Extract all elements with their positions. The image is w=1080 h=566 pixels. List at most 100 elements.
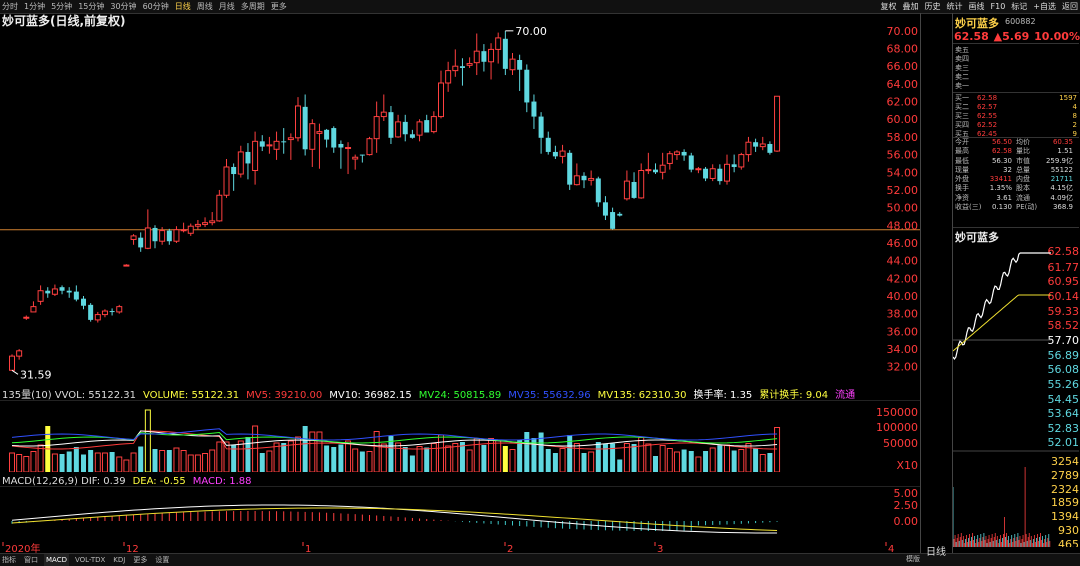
candle xyxy=(295,97,301,142)
toolbar-action-2[interactable]: 历史 xyxy=(925,0,941,13)
volume-bar xyxy=(81,454,86,472)
toolbar-action-7[interactable]: +自选 xyxy=(1033,0,1056,13)
macd-chart[interactable]: 5.002.500.00 xyxy=(0,486,920,540)
stat-cell: 股本 4.15亿 xyxy=(1016,184,1077,193)
candle xyxy=(345,142,352,175)
template-button[interactable]: 模版 xyxy=(906,553,920,565)
toolbar-action-6[interactable]: 标记 xyxy=(1011,0,1027,13)
tab-9[interactable]: 多周期 xyxy=(241,0,265,13)
volume-bar xyxy=(359,451,365,472)
stat-value: 368.9 xyxy=(1052,203,1073,212)
toolbar-action-5[interactable]: F10 xyxy=(991,0,1006,13)
toolbar-action-8[interactable]: 返回 xyxy=(1062,0,1078,13)
indicator-tab-0[interactable]: 指标 xyxy=(0,554,18,566)
candle-body xyxy=(166,230,172,242)
tab-8[interactable]: 月线 xyxy=(219,0,235,13)
toolbar-action-3[interactable]: 统计 xyxy=(947,0,963,13)
stat-value: 4.15亿 xyxy=(1050,184,1073,193)
volume-bar xyxy=(466,449,473,472)
candle xyxy=(631,172,637,199)
volume-bar xyxy=(252,425,259,472)
stat-value: 56.50 xyxy=(991,138,1012,146)
indicator-tab-4[interactable]: KDJ xyxy=(111,554,127,566)
candle-body xyxy=(123,264,130,267)
candle-body xyxy=(767,143,773,153)
stock-code: 600882 xyxy=(1005,17,1036,26)
bids-qty: 2 xyxy=(1072,121,1077,129)
price-axis: 70.00 68.00 66.00 64.00 62.00 60.00 58.00 56.00… xyxy=(887,25,919,374)
volume-bar xyxy=(424,447,430,472)
volume-chart[interactable]: 150000 100000 50000 X10 xyxy=(0,400,920,472)
intraday-price-tick: 59.33 xyxy=(1048,305,1080,318)
candle-body xyxy=(559,150,566,157)
macd-axis-tick: 2.50 xyxy=(894,499,919,512)
candle xyxy=(452,49,459,77)
indicator-tab-2[interactable]: MACD xyxy=(44,554,69,566)
candle-body xyxy=(709,168,716,179)
kline-chart[interactable]: 70.00 68.00 66.00 64.00 62.00 60.00 58.00 56.00… xyxy=(0,22,920,380)
tab-7[interactable]: 周线 xyxy=(197,0,213,13)
volume-bar xyxy=(545,449,551,472)
candle xyxy=(666,151,673,170)
indicator-tab-6[interactable]: 设置 xyxy=(153,554,171,566)
volume-bar xyxy=(659,445,666,472)
indicator-tab-3[interactable]: VOL-TDX xyxy=(73,554,107,566)
toolbar-action-0[interactable]: 复权 xyxy=(881,0,897,13)
candle-body xyxy=(59,287,65,291)
volume-bar xyxy=(409,455,415,472)
volume-bar xyxy=(273,442,280,472)
time-label: 3 xyxy=(657,544,663,553)
candle-body xyxy=(88,304,94,320)
current-price: 62.58 xyxy=(954,30,989,43)
candle-body xyxy=(187,225,194,234)
tab-5[interactable]: 60分钟 xyxy=(143,0,169,13)
bid-book: 买一 62.58 1597 买二 62.57 4 买三 62.55 8 买四 62.52 2 买五 62.… xyxy=(953,94,1079,139)
stat-key: 流通 xyxy=(1016,193,1030,202)
asks-qty xyxy=(1017,55,1077,64)
stats-row: 现量 32 总量 55122 xyxy=(953,166,1079,175)
volume-bar xyxy=(373,431,380,472)
intraday-price-tick: 57.70 xyxy=(1048,334,1080,347)
price-change-pct: 10.00% xyxy=(1034,30,1080,43)
candle xyxy=(595,176,601,207)
volume-bar xyxy=(173,447,180,472)
bids-row-2: 买三 62.55 8 xyxy=(953,112,1079,121)
candle xyxy=(9,354,15,371)
volume-indicator-line: 135量(10) VVOL: 55122.31 VOLUME: 55122.31 M… xyxy=(2,386,855,401)
time-axis: 2020年 12 1 2 3 4 xyxy=(2,542,894,553)
volume-bar xyxy=(559,448,566,472)
toolbar-action-4[interactable]: 画线 xyxy=(969,0,985,13)
candle xyxy=(273,131,280,160)
volume-bar xyxy=(416,446,423,472)
toolbar-action-1[interactable]: 叠加 xyxy=(903,0,919,13)
indicator-tab-1[interactable]: 窗口 xyxy=(22,554,40,566)
intraday-chart[interactable]: 62.58 61.7760.95 60.14 59.3358.52 57.70 56.89… xyxy=(953,227,1079,547)
candle-body xyxy=(9,355,15,371)
candle xyxy=(59,285,65,295)
candle xyxy=(717,164,723,185)
tab-10[interactable]: 更多 xyxy=(271,0,287,13)
volume-bar xyxy=(216,441,223,472)
candle-body xyxy=(252,140,259,172)
candle-body xyxy=(653,169,658,173)
candle-body xyxy=(237,151,244,175)
volume-bar xyxy=(338,444,344,472)
candle xyxy=(395,114,402,138)
candle-body xyxy=(481,51,487,62)
indicator-tab-5[interactable]: 更多 xyxy=(131,554,149,566)
price-quote: 62.58 ▲5.69 10.00% xyxy=(954,30,1080,43)
candle-body xyxy=(81,298,86,306)
candle-body xyxy=(388,112,394,138)
candle xyxy=(459,58,465,86)
volume-bar xyxy=(695,456,702,472)
candle-body xyxy=(703,168,709,179)
volume-bar xyxy=(23,456,30,472)
tab-6[interactable]: 日线 xyxy=(175,0,191,13)
stat-value: 56.30 xyxy=(991,156,1012,165)
stat-key: 最高 xyxy=(955,147,969,156)
volume-bar xyxy=(767,453,773,472)
candle xyxy=(359,154,365,163)
candle xyxy=(724,154,730,185)
volume-bar xyxy=(731,450,737,472)
candle xyxy=(645,152,652,175)
